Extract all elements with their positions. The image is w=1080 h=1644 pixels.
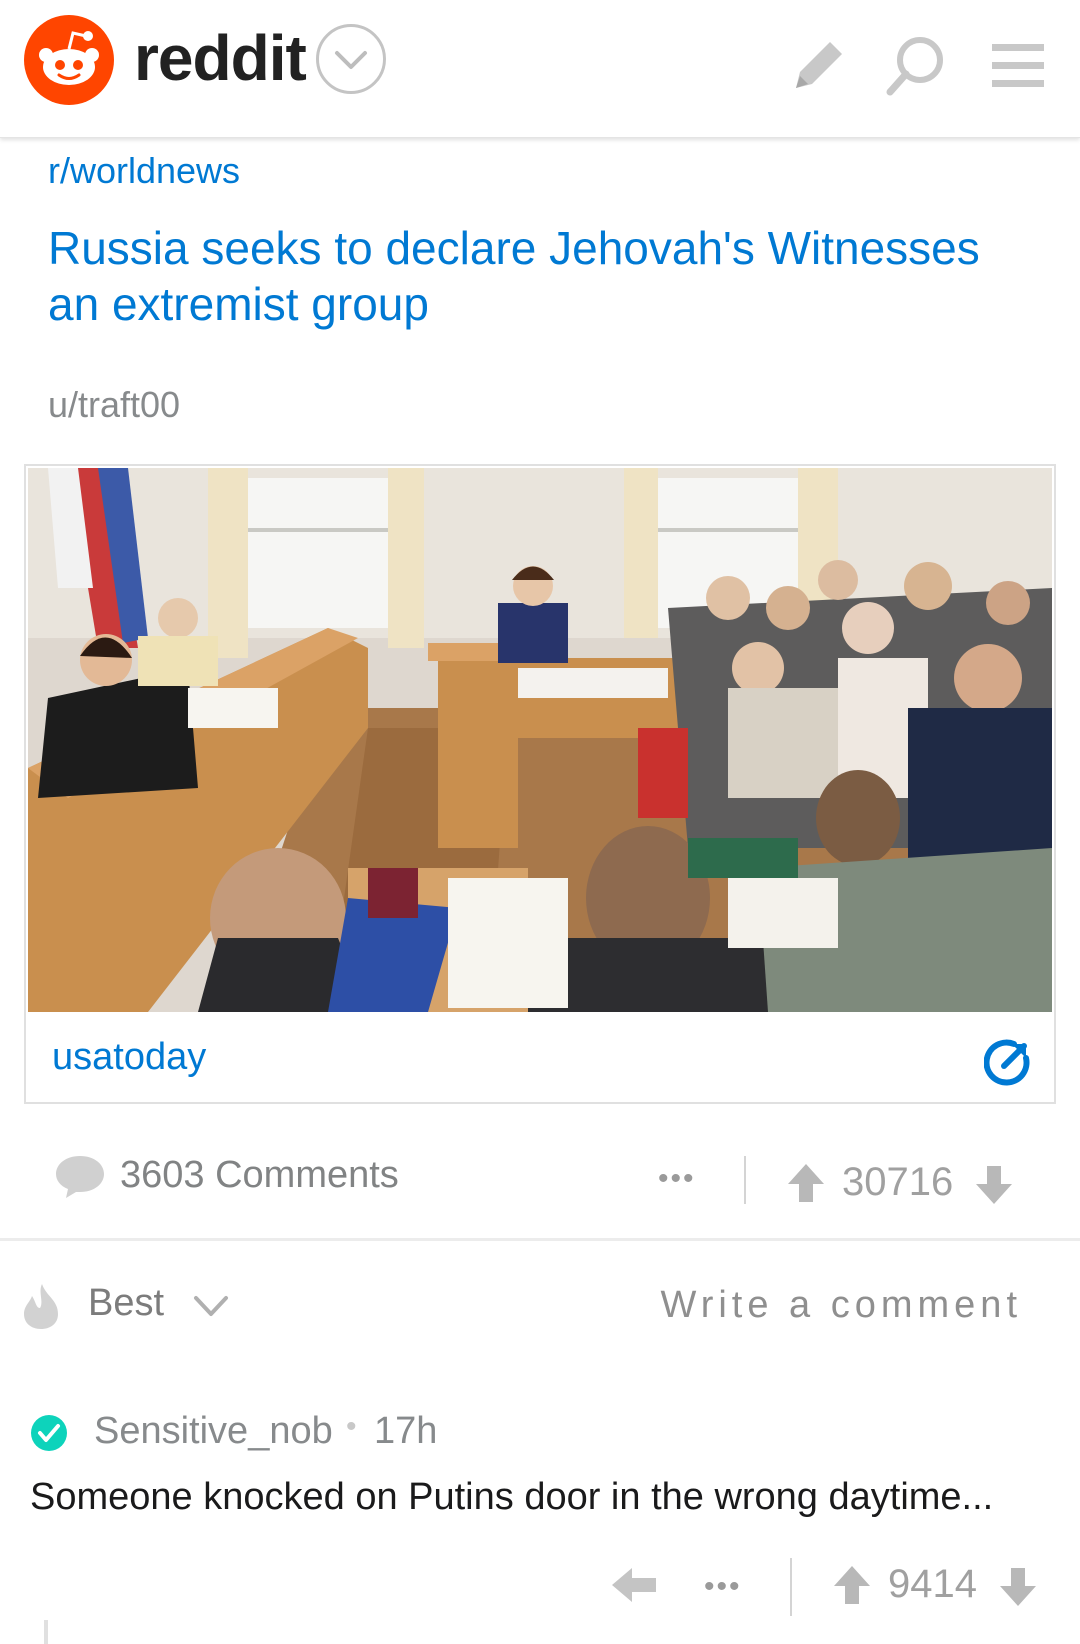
link-domain[interactable]: usatoday	[52, 1036, 206, 1079]
subreddit-link[interactable]: r/worldnews	[48, 150, 240, 192]
post-title[interactable]: Russia seeks to declare Jehovah's Witnes…	[48, 220, 1038, 332]
action-separator	[790, 1558, 792, 1616]
upvote-arrow-icon[interactable]	[832, 1564, 872, 1606]
comment-author[interactable]: Sensitive_nob	[94, 1410, 333, 1453]
post-author[interactable]: u/traft00	[48, 384, 180, 426]
post-score: 30716	[842, 1160, 954, 1204]
comments-count[interactable]: 3603 Comments	[120, 1154, 399, 1197]
downvote-arrow-icon[interactable]	[998, 1566, 1038, 1608]
menu-icon[interactable]	[982, 30, 1054, 102]
thread-line	[44, 1620, 48, 1644]
more-options-icon[interactable]: •••	[704, 1572, 742, 1602]
comment-body: Someone knocked on Putins door in the wr…	[30, 1476, 994, 1518]
comment-time: 17h	[374, 1410, 438, 1452]
action-separator	[744, 1156, 746, 1204]
brand-name[interactable]: reddit	[134, 22, 307, 94]
link-thumbnail-image[interactable]	[28, 468, 1052, 1012]
sort-label[interactable]: Best	[88, 1282, 164, 1325]
search-icon[interactable]	[878, 30, 950, 102]
app-header: reddit	[0, 0, 1080, 138]
section-divider	[0, 1238, 1080, 1241]
link-preview-card[interactable]: usatoday	[24, 464, 1056, 1104]
external-link-icon[interactable]	[983, 1038, 1032, 1086]
reply-arrow-icon[interactable]	[610, 1564, 658, 1606]
write-comment-button[interactable]: Write a comment	[661, 1284, 1022, 1327]
chevron-down-icon[interactable]	[316, 24, 386, 94]
meta-separator: •	[346, 1410, 357, 1443]
reddit-logo-icon[interactable]	[24, 15, 114, 105]
chevron-down-icon[interactable]	[192, 1294, 230, 1320]
upvote-arrow-icon[interactable]	[786, 1162, 826, 1204]
checkmark-circle-icon	[30, 1414, 68, 1452]
downvote-arrow-icon[interactable]	[974, 1164, 1014, 1206]
more-options-icon[interactable]: •••	[658, 1164, 696, 1194]
pencil-icon[interactable]	[782, 30, 854, 102]
comment-bubble-icon[interactable]	[54, 1152, 106, 1200]
flame-icon[interactable]	[22, 1282, 60, 1330]
comment-score: 9414	[888, 1562, 977, 1606]
